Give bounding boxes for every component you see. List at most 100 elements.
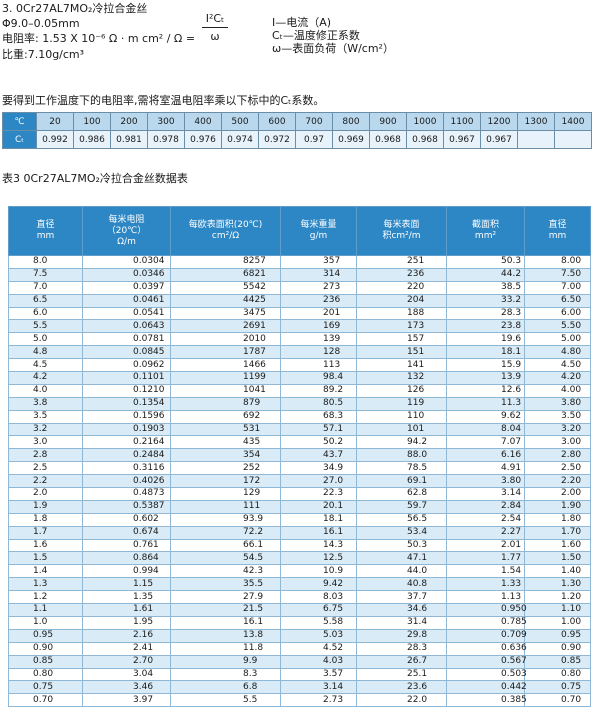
formula-denominator: ω [210, 30, 220, 43]
diameter-cell: 3.5 [8, 409, 83, 424]
table-header-row: 直径 mm 每米电阻 （20℃） Ω/m 每欧表面积(20℃) cm²/Ω 每米… [8, 206, 591, 256]
cross-section-cell: 18.1 [446, 345, 525, 360]
weight-cell: 4.03 [280, 654, 357, 669]
weight-cell: 273 [280, 280, 357, 295]
resistance-cell: 0.864 [82, 551, 171, 566]
header-surface-per-ohm: 每欧表面积(20℃) cm²/Ω [170, 206, 281, 256]
surface-per-meter-cell: 37.7 [356, 590, 447, 605]
diameter-cell-2: 5.00 [524, 332, 591, 347]
resistance-cell: 1.95 [82, 615, 171, 630]
surface-per-ohm-cell: 42.3 [170, 564, 281, 579]
coef-value-cell: 0.976 [184, 130, 222, 149]
surface-per-ohm-cell: 1787 [170, 345, 281, 360]
formula-fraction: I²Cₜ ω [202, 12, 228, 44]
resistance-cell: 0.2164 [82, 435, 171, 450]
surface-per-meter-cell: 50.3 [356, 538, 447, 553]
surface-per-meter-cell: 119 [356, 396, 447, 411]
weight-cell: 57.1 [280, 422, 357, 437]
diameter-cell-2: 4.00 [524, 383, 591, 398]
resistance-cell: 0.0781 [82, 332, 171, 347]
diameter-cell: 5.0 [8, 332, 83, 347]
weight-cell: 20.1 [280, 499, 357, 514]
resistance-cell: 0.1101 [82, 371, 171, 385]
weight-cell: 34.9 [280, 461, 357, 476]
cross-section-cell: 1.77 [446, 551, 525, 566]
resistance-cell: 3.04 [82, 667, 171, 682]
surface-per-meter-cell: 59.7 [356, 499, 447, 514]
weight-cell: 12.5 [280, 551, 357, 566]
surface-per-ohm-cell: 6821 [170, 267, 281, 282]
resistance-cell: 0.1903 [82, 422, 171, 437]
cross-section-cell: 9.62 [446, 409, 525, 424]
coef-value-cell: 0.974 [221, 130, 259, 149]
surface-per-meter-cell: 40.8 [356, 577, 447, 592]
formula-bar [202, 27, 228, 28]
coef-value-cell: 0.967 [480, 130, 518, 149]
table-row: 3.0 0.2164 435 50.2 94.2 7.07 3.00 [8, 435, 591, 450]
cross-section-cell: 0.503 [446, 667, 527, 682]
cross-section-cell: 4.91 [446, 461, 525, 476]
coef-temp-row: ℃ 20 100 200 300 400 500 600 700 800 900… [2, 112, 592, 131]
table-row: 1.5 0.864 54.5 12.5 47.1 1.77 1.50 [8, 551, 591, 566]
legend-item-temp-factor: Cₜ—温度修正系数 [272, 29, 360, 42]
resistance-cell: 0.1596 [82, 409, 171, 424]
table-row: 7.0 0.0397 5542 273 220 38.5 7.00 [8, 280, 591, 295]
diameter-cell: 8.0 [8, 255, 83, 269]
surface-per-meter-cell: 78.5 [356, 461, 447, 476]
surface-per-ohm-cell: 11.8 [170, 641, 281, 656]
coef-temp-label: ℃ [2, 112, 37, 131]
weight-cell: 3.57 [280, 667, 357, 682]
diameter-cell: 1.3 [8, 577, 83, 592]
diameter-cell-2: 5.50 [524, 319, 591, 334]
diameter-cell: 1.6 [8, 538, 83, 553]
coef-temp-cell: 200 [110, 112, 148, 131]
diameter-cell-2: 8.00 [524, 255, 591, 269]
cross-section-cell: 2.27 [446, 525, 525, 540]
surface-per-ohm-cell: 435 [170, 435, 281, 450]
weight-cell: 357 [280, 255, 357, 269]
diameter-cell-2: 4.20 [524, 371, 591, 385]
header-resistance-per-meter: 每米电阻 （20℃） Ω/m [82, 206, 171, 256]
diameter-cell: 1.5 [8, 551, 83, 566]
cross-section-cell: 19.6 [446, 332, 525, 347]
weight-cell: 80.5 [280, 396, 357, 411]
surface-per-meter-cell: 23.6 [356, 680, 447, 695]
surface-per-ohm-cell: 27.9 [170, 590, 281, 605]
coef-note: 要得到工作温度下的电阻率,需将室温电阻率乘以下标中的Cₜ系数。 [2, 94, 325, 107]
resistance-cell: 1.35 [82, 590, 171, 605]
cross-section-cell: 13.9 [446, 371, 525, 385]
diameter-cell: 0.75 [8, 680, 83, 695]
formula-numerator: I²Cₜ [205, 12, 225, 25]
diameter-cell: 7.5 [8, 267, 83, 282]
surface-per-ohm-cell: 2010 [170, 332, 281, 347]
weight-cell: 8.03 [280, 590, 357, 605]
coef-value-cell: 0.969 [332, 130, 370, 149]
resistance-cell: 0.994 [82, 564, 171, 579]
header-surface-per-meter: 每米表面 积cm²/m [356, 206, 447, 256]
resistance-cell: 0.761 [82, 538, 171, 553]
table-row: 1.8 0.602 93.9 18.1 56.5 2.54 1.80 [8, 512, 591, 527]
diameter-cell-2: 4.50 [524, 358, 591, 373]
weight-cell: 22.3 [280, 487, 357, 501]
diameter-cell-2: 1.50 [524, 551, 591, 566]
cross-section-cell: 0.785 [446, 615, 527, 630]
weight-cell: 3.14 [280, 680, 357, 695]
header-weight-per-meter: 每米重量 g/m [280, 206, 357, 256]
coef-temp-cell: 600 [258, 112, 296, 131]
table-row: 1.9 0.5387 111 20.1 59.7 2.84 1.90 [8, 499, 591, 514]
surface-per-meter-cell: 26.7 [356, 654, 447, 669]
diameter-cell-2: 1.90 [524, 499, 591, 514]
weight-cell: 5.58 [280, 615, 357, 630]
surface-per-ohm-cell: 16.1 [170, 615, 281, 630]
surface-per-meter-cell: 29.8 [356, 628, 447, 643]
table-row: 7.5 0.0346 6821 314 236 44.2 7.50 [8, 267, 591, 282]
diameter-cell: 6.5 [8, 293, 83, 308]
surface-per-ohm-cell: 1199 [170, 371, 281, 385]
cross-section-cell: 38.5 [446, 280, 525, 295]
surface-per-ohm-cell: 4425 [170, 293, 281, 308]
diameter-cell-2: 2.80 [524, 448, 591, 463]
table-row: 0.95 2.16 13.8 5.03 29.8 0.709 0.95 [8, 628, 591, 643]
diameter-cell-2: 1.00 [524, 615, 591, 630]
coef-temp-cell: 20 [36, 112, 74, 131]
coef-temp-cell: 800 [332, 112, 370, 131]
